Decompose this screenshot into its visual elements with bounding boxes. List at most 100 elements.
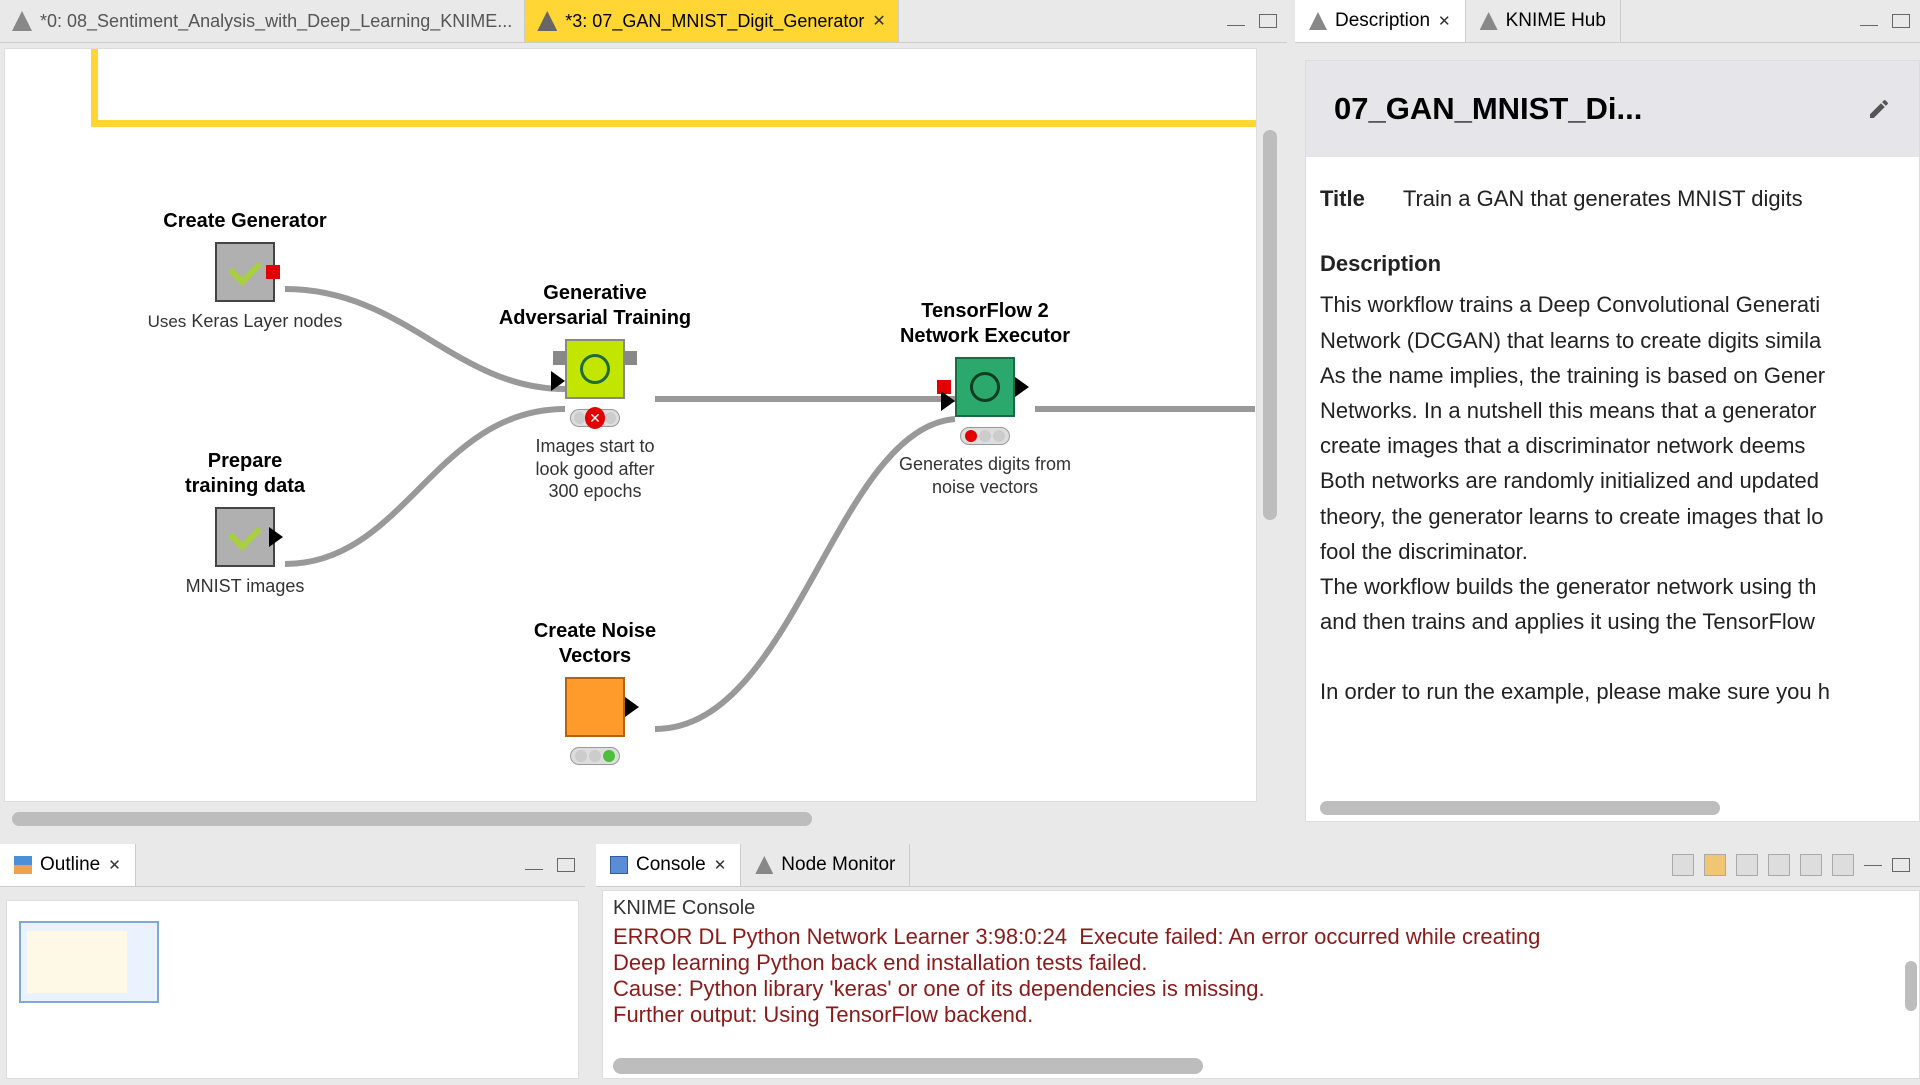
output-port[interactable] bbox=[623, 351, 637, 365]
maximize-button[interactable] bbox=[1259, 14, 1277, 28]
node-status bbox=[570, 747, 620, 765]
outline-viewport[interactable] bbox=[19, 921, 159, 1003]
maximize-button[interactable] bbox=[557, 858, 575, 872]
node-description: Uses Keras Layer nodes bbox=[115, 310, 375, 333]
status-dot bbox=[605, 412, 616, 424]
vertical-scrollbar[interactable] bbox=[1905, 961, 1917, 1011]
horizontal-scrollbar[interactable] bbox=[12, 812, 812, 826]
display-button[interactable] bbox=[1768, 854, 1790, 876]
component-icon[interactable] bbox=[565, 339, 625, 399]
edit-icon[interactable] bbox=[1867, 97, 1891, 121]
input-port[interactable] bbox=[941, 391, 955, 411]
horizontal-scrollbar[interactable] bbox=[613, 1058, 1203, 1074]
maximize-button[interactable] bbox=[1892, 858, 1910, 872]
outline-panel: Outline ✕ bbox=[0, 844, 585, 1085]
tab-outline[interactable]: Outline ✕ bbox=[0, 844, 136, 886]
metanode-icon[interactable] bbox=[215, 242, 275, 302]
description-panel: Description ✕ KNIME Hub 07_GAN_MNIST_Di.… bbox=[1295, 0, 1920, 832]
node-status bbox=[960, 427, 1010, 445]
dropdown-button[interactable] bbox=[1832, 854, 1854, 876]
output-port[interactable] bbox=[625, 697, 639, 717]
knime-icon bbox=[1480, 12, 1498, 30]
status-dot-red bbox=[965, 430, 977, 442]
status-dot bbox=[979, 430, 991, 442]
node-create-noise[interactable]: Create Noise Vectors bbox=[485, 619, 705, 765]
console-line: Cause: Python library 'keras' or one of … bbox=[613, 976, 1909, 1002]
output-port[interactable] bbox=[269, 527, 283, 547]
title-label: Title bbox=[1320, 181, 1365, 216]
node-title: Create Noise Vectors bbox=[485, 619, 705, 669]
minimize-button[interactable] bbox=[525, 868, 543, 870]
outline-thumbnail bbox=[27, 931, 127, 993]
console-line: Deep learning Python back end installati… bbox=[613, 950, 1909, 976]
workflow-editor: *0: 08_Sentiment_Analysis_with_Deep_Lear… bbox=[0, 0, 1287, 832]
console-line: Further output: Using TensorFlow backend… bbox=[613, 1002, 1909, 1028]
clear-console-button[interactable] bbox=[1672, 854, 1694, 876]
panel-window-controls bbox=[525, 844, 585, 886]
close-icon[interactable]: ✕ bbox=[872, 11, 885, 31]
node-prepare-data[interactable]: Prepare training data MNIST images bbox=[135, 449, 355, 598]
tab-label: Node Monitor bbox=[781, 854, 895, 876]
workflow-canvas[interactable]: Create Generator Uses Keras Layer nodes … bbox=[4, 48, 1257, 802]
annotation-box bbox=[91, 49, 1257, 127]
minimize-button[interactable] bbox=[1860, 24, 1878, 26]
node-icon[interactable] bbox=[955, 357, 1015, 417]
node-status: ✕ bbox=[570, 409, 620, 427]
knime-icon bbox=[1309, 12, 1327, 30]
status-dot-green bbox=[603, 750, 615, 762]
metanode-icon[interactable] bbox=[215, 507, 275, 567]
description-text: This workflow trains a Deep Convolutiona… bbox=[1320, 287, 1905, 709]
node-create-generator[interactable]: Create Generator Uses Keras Layer nodes bbox=[115, 209, 375, 333]
minimize-button[interactable] bbox=[1864, 864, 1882, 866]
check-icon bbox=[228, 517, 262, 551]
node-description: Generates digits from noise vectors bbox=[855, 453, 1115, 498]
tab-console[interactable]: Console ✕ bbox=[596, 844, 741, 886]
tab-label: Console bbox=[636, 854, 706, 876]
console-panel: Console ✕ Node Monitor KNIME Console ERR… bbox=[596, 844, 1920, 1085]
vertical-scrollbar[interactable] bbox=[1263, 130, 1277, 520]
error-icon: ✕ bbox=[585, 407, 605, 429]
horizontal-scrollbar[interactable] bbox=[1320, 801, 1720, 815]
close-icon[interactable]: ✕ bbox=[108, 856, 121, 874]
node-title: TensorFlow 2 Network Executor bbox=[855, 299, 1115, 349]
tab-label: Description bbox=[1335, 10, 1430, 32]
tab-node-monitor[interactable]: Node Monitor bbox=[741, 844, 910, 886]
workflow-name-heading: 07_GAN_MNIST_Di... bbox=[1334, 91, 1642, 127]
open-console-button[interactable] bbox=[1800, 854, 1822, 876]
console-title: KNIME Console bbox=[613, 897, 1909, 920]
panel-window-controls bbox=[1860, 0, 1920, 42]
tab-knime-hub[interactable]: KNIME Hub bbox=[1466, 0, 1621, 42]
lock-scroll-button[interactable] bbox=[1704, 854, 1726, 876]
knime-icon bbox=[755, 856, 773, 874]
tab-gan-mnist[interactable]: *3: 07_GAN_MNIST_Digit_Generator ✕ bbox=[525, 0, 899, 42]
outline-tab-bar: Outline ✕ bbox=[0, 844, 585, 887]
editor-tab-bar: *0: 08_Sentiment_Analysis_with_Deep_Lear… bbox=[0, 0, 1287, 43]
maximize-button[interactable] bbox=[1892, 14, 1910, 28]
description-body: 07_GAN_MNIST_Di... Title Train a GAN tha… bbox=[1305, 60, 1920, 822]
output-port[interactable] bbox=[266, 265, 280, 279]
console-output[interactable]: KNIME Console ERROR DL Python Network Le… bbox=[602, 890, 1920, 1079]
node-title: Prepare training data bbox=[135, 449, 355, 499]
input-port[interactable] bbox=[553, 351, 567, 365]
node-icon[interactable] bbox=[565, 677, 625, 737]
node-title: Generative Adversarial Training bbox=[465, 281, 725, 331]
close-icon[interactable]: ✕ bbox=[714, 856, 727, 874]
close-icon[interactable]: ✕ bbox=[1438, 12, 1451, 30]
outline-icon bbox=[14, 856, 32, 874]
title-value: Train a GAN that generates MNIST digits bbox=[1403, 181, 1803, 216]
node-tf2-executor[interactable]: TensorFlow 2 Network Executor Generates … bbox=[855, 299, 1115, 498]
right-tab-bar: Description ✕ KNIME Hub bbox=[1295, 0, 1920, 43]
console-toolbar bbox=[1672, 844, 1920, 886]
pin-button[interactable] bbox=[1736, 854, 1758, 876]
tab-label: Outline bbox=[40, 854, 100, 876]
output-port[interactable] bbox=[1015, 377, 1029, 397]
node-title: Create Generator bbox=[115, 209, 375, 234]
node-gan-training[interactable]: Generative Adversarial Training ✕ Images… bbox=[465, 281, 725, 503]
status-dot bbox=[574, 412, 585, 424]
tab-sentiment-analysis[interactable]: *0: 08_Sentiment_Analysis_with_Deep_Lear… bbox=[0, 0, 525, 42]
tab-description[interactable]: Description ✕ bbox=[1295, 0, 1466, 42]
minimize-button[interactable] bbox=[1227, 24, 1245, 26]
input-port[interactable] bbox=[551, 371, 565, 391]
knime-icon bbox=[12, 11, 32, 31]
outline-body[interactable] bbox=[6, 900, 579, 1079]
